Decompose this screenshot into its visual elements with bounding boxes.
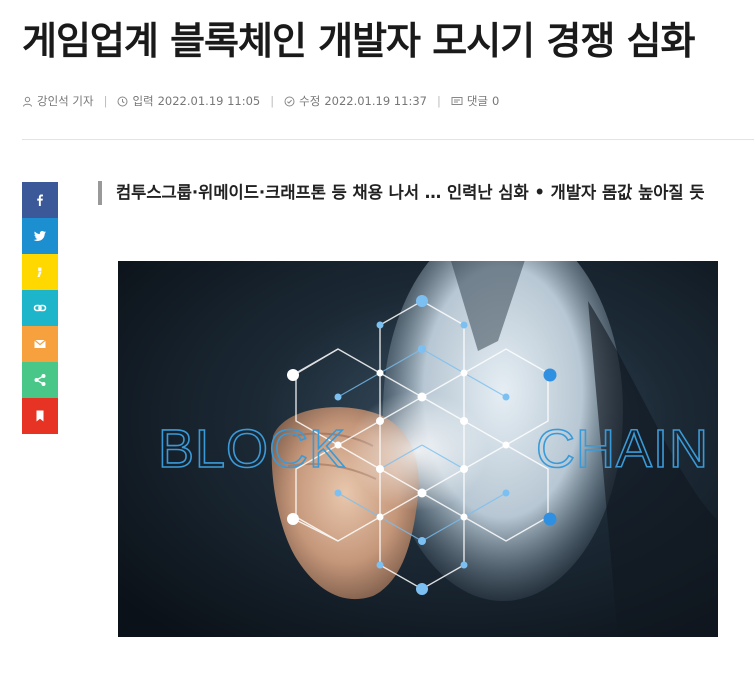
article-subtitle: 컴투스그룹·위메이드·크래프톤 등 채용 나서 … 인력난 심화 • 개발자 몸… <box>98 181 754 205</box>
article-meta: 강인석 기자 | 입력 2022.01.19 11:05 | 수정 2022.0… <box>22 92 499 110</box>
facebook-icon <box>37 194 43 206</box>
article-title: 게임업계 블록체인 개발자 모시기 경쟁 심화 <box>22 19 695 63</box>
modified-label: 수정 <box>299 94 321 108</box>
kakaostory-icon <box>37 267 42 277</box>
check-circle-icon <box>284 96 295 106</box>
share-bar <box>22 182 58 434</box>
mail-icon <box>34 339 46 348</box>
image-text-chain: CHAIN <box>536 419 709 479</box>
published-value: 2022.01.19 11:05 <box>157 94 261 108</box>
kakaostory-share-button[interactable] <box>22 254 58 290</box>
bookmark-icon <box>36 410 44 422</box>
published-date: 입력 2022.01.19 11:05 <box>117 93 260 109</box>
twitter-icon <box>33 231 46 241</box>
share-icon <box>34 374 46 386</box>
twitter-share-button[interactable] <box>22 218 58 254</box>
bookmark-button[interactable] <box>22 398 58 434</box>
published-label: 입력 <box>132 94 154 108</box>
comments-count: 0 <box>492 94 500 108</box>
comment-icon <box>451 96 463 105</box>
image-text-block: BLOCK <box>158 419 346 479</box>
meta-separator: | <box>270 94 275 108</box>
comments-link[interactable]: 댓글 0 <box>451 93 500 109</box>
meta-separator: | <box>103 94 108 108</box>
link-copy-button[interactable] <box>22 290 58 326</box>
modified-value: 2022.01.19 11:37 <box>324 94 427 108</box>
more-share-button[interactable] <box>22 362 58 398</box>
link-icon <box>33 304 47 312</box>
person-icon <box>23 96 32 107</box>
comments-label: 댓글 <box>466 94 489 108</box>
author-name: 강인석 기자 <box>37 94 94 108</box>
clock-icon <box>117 96 128 106</box>
modified-date: 수정 2022.01.19 11:37 <box>284 93 427 109</box>
meta-separator: | <box>436 94 441 108</box>
author: 강인석 기자 <box>22 93 94 109</box>
article-image: BLOCK CHAIN <box>118 261 718 637</box>
email-share-button[interactable] <box>22 326 58 362</box>
header-divider <box>22 139 754 140</box>
facebook-share-button[interactable] <box>22 182 58 218</box>
